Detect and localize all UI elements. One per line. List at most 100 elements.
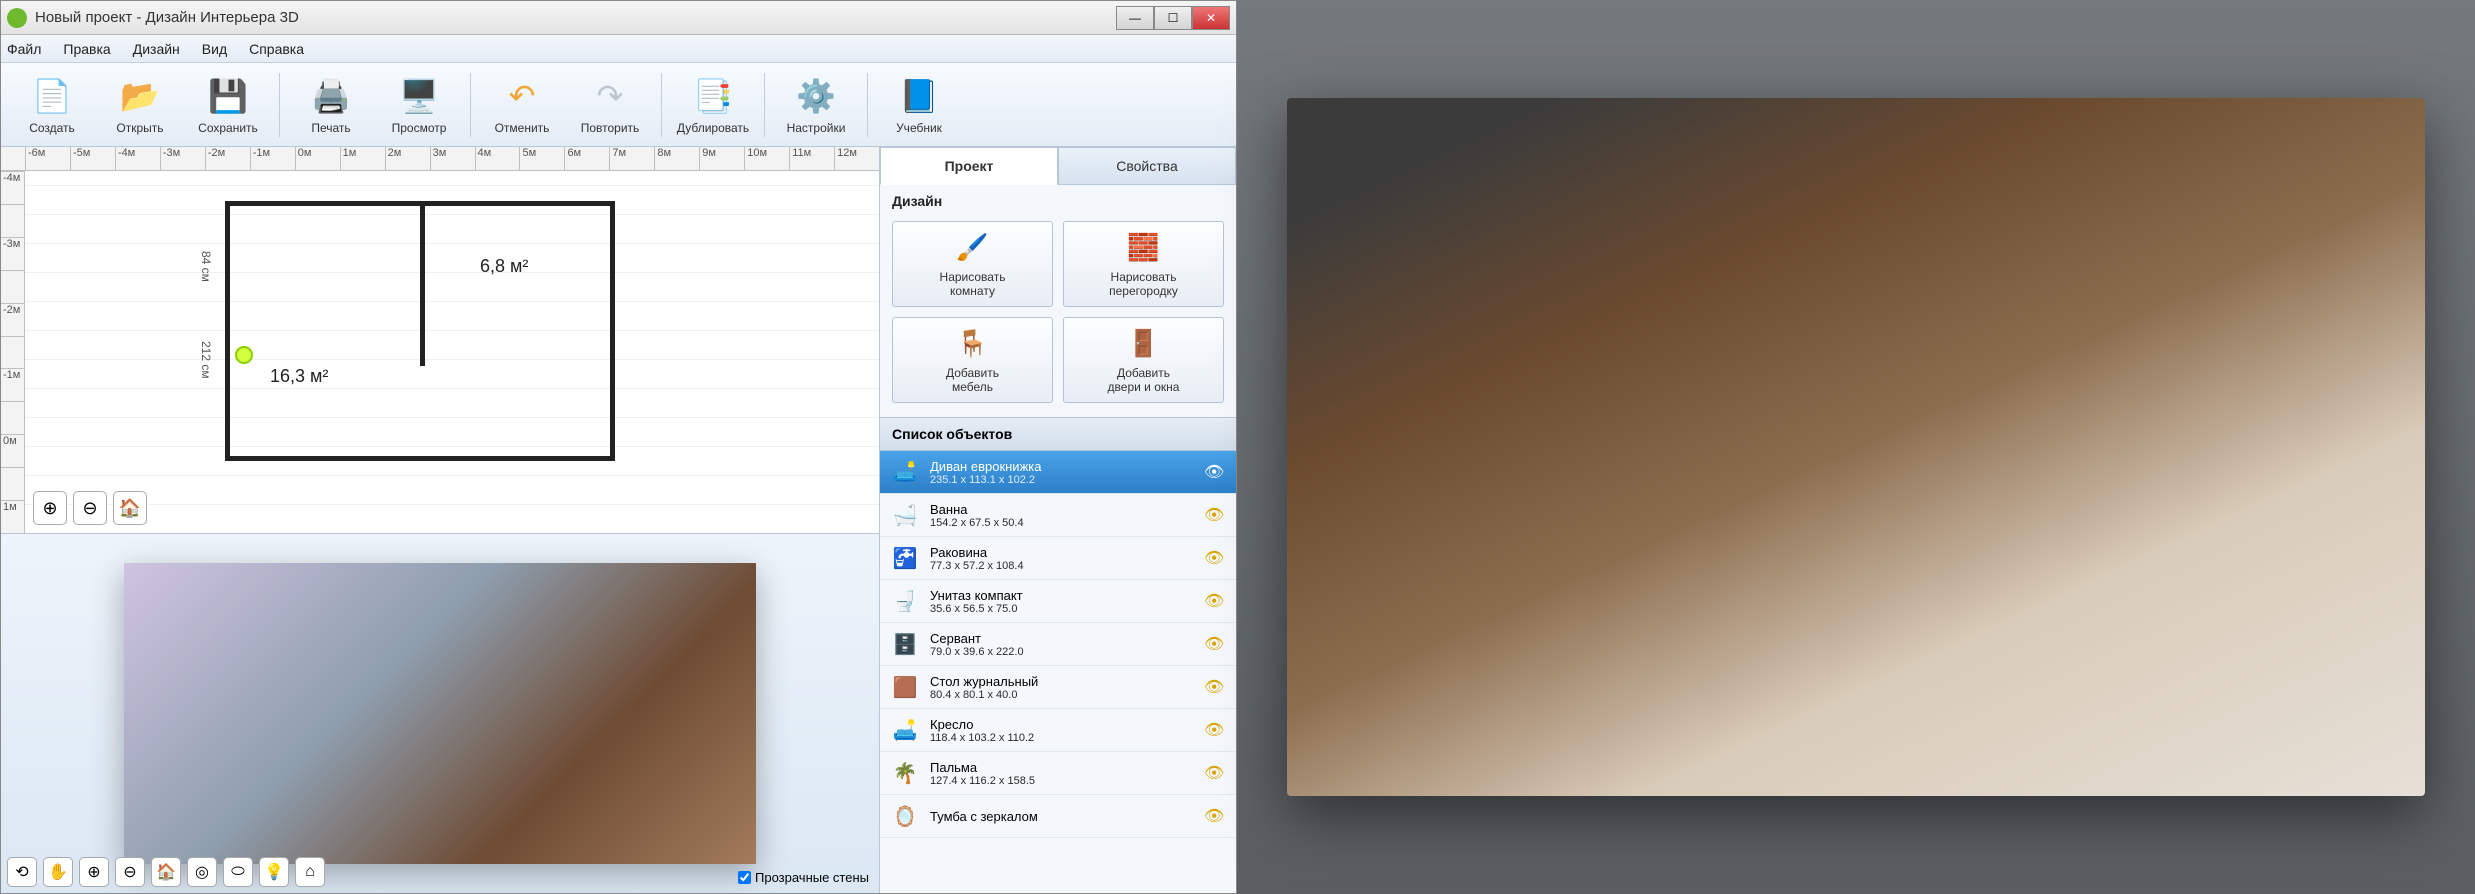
zoom-controls: ⊕⊖🏠 — [33, 491, 147, 525]
visibility-icon[interactable]: 👁 — [1204, 591, 1226, 611]
transparent-walls-checkbox[interactable]: Прозрачные стены — [738, 870, 869, 885]
object-dimensions: 77.3 x 57.2 x 108.4 — [930, 560, 1204, 572]
canvas-wrap: -6м-5м-4м-3м-2м-1м0м1м2м3м4м5м6м7м8м9м10… — [1, 147, 880, 893]
object-item[interactable]: 🚰Раковина77.3 x 57.2 x 108.4👁 — [880, 537, 1236, 580]
visibility-icon[interactable]: 👁 — [1204, 505, 1226, 525]
ruler-tick: 9м — [699, 147, 744, 170]
titlebar[interactable]: Новый проект - Дизайн Интерьера 3D — ☐ ✕ — [1, 1, 1236, 35]
view-tool-4[interactable]: 🏠 — [151, 857, 181, 887]
view-tool-0[interactable]: ⟲ — [7, 857, 37, 887]
ruler-tick: 12м — [834, 147, 879, 170]
tab-properties[interactable]: Свойства — [1058, 147, 1236, 185]
ruler-tick: 0м — [1, 434, 24, 467]
создать-icon: 📄 — [31, 75, 73, 117]
menu-правка[interactable]: Правка — [63, 41, 110, 57]
toolbar-дублировать[interactable]: 📑Дублировать — [670, 67, 756, 143]
objects-list[interactable]: 🛋️Диван еврокнижка235.1 x 113.1 x 102.2👁… — [880, 451, 1236, 893]
toolbar-separator — [661, 73, 662, 137]
view-tool-6[interactable]: ⬭ — [223, 857, 253, 887]
ruler-tick: -3м — [160, 147, 205, 170]
object-icon: 🪞 — [890, 801, 920, 831]
object-item[interactable]: 🚽Унитаз компакт35.6 x 56.5 x 75.0👁 — [880, 580, 1236, 623]
home-button[interactable]: 🏠 — [113, 491, 147, 525]
печать-icon: 🖨️ — [310, 75, 352, 117]
menu-дизайн[interactable]: Дизайн — [133, 41, 180, 57]
view-toolbar: ⟲✋⊕⊖🏠◎⬭💡⌂ — [7, 857, 325, 887]
object-item[interactable]: 🟫Стол журнальный80.4 x 80.1 x 40.0👁 — [880, 666, 1236, 709]
plan-area[interactable]: -4м-3м-2м-1м0м1м 16,3 м² 6,8 м² 84 см 21… — [1, 171, 879, 533]
object-item[interactable]: 🛋️Диван еврокнижка235.1 x 113.1 x 102.2👁 — [880, 451, 1236, 494]
ruler-tick: 8м — [654, 147, 699, 170]
toolbar-открыть[interactable]: 📂Открыть — [97, 67, 183, 143]
view-tool-5[interactable]: ◎ — [187, 857, 217, 887]
просмотр-icon: 🖥️ — [398, 75, 440, 117]
view-tool-2[interactable]: ⊕ — [79, 857, 109, 887]
toolbar-создать[interactable]: 📄Создать — [9, 67, 95, 143]
ruler-tick: 2м — [385, 147, 430, 170]
menu-вид[interactable]: Вид — [202, 41, 227, 57]
design-button-1[interactable]: 🧱Нарисоватьперегородку — [1063, 221, 1224, 307]
toolbar-учебник[interactable]: 📘Учебник — [876, 67, 962, 143]
render-3d-view[interactable] — [124, 563, 756, 865]
minimize-button[interactable]: — — [1116, 6, 1154, 30]
toolbar-просмотр[interactable]: 🖥️Просмотр — [376, 67, 462, 143]
view-tool-7[interactable]: 💡 — [259, 857, 289, 887]
object-dimensions: 80.4 x 80.1 x 40.0 — [930, 689, 1204, 701]
external-3d-render — [1287, 98, 2426, 795]
visibility-icon[interactable]: 👁 — [1204, 720, 1226, 740]
design-icon-3: 🚪 — [1127, 326, 1161, 360]
tab-project[interactable]: Проект — [880, 147, 1058, 185]
object-item[interactable]: 🌴Пальма127.4 x 116.2 x 158.5👁 — [880, 752, 1236, 795]
object-name: Раковина — [930, 545, 1204, 560]
menu-справка[interactable]: Справка — [249, 41, 304, 57]
zoom-out-button[interactable]: ⊖ — [73, 491, 107, 525]
visibility-icon[interactable]: 👁 — [1204, 763, 1226, 783]
external-render-panel — [1237, 0, 2475, 894]
object-name: Кресло — [930, 717, 1204, 732]
ruler-tick — [1, 204, 24, 237]
dim-height: 212 см — [199, 341, 213, 379]
object-name: Сервант — [930, 631, 1204, 646]
app-window: Новый проект - Дизайн Интерьера 3D — ☐ ✕… — [0, 0, 1237, 894]
object-item[interactable]: 🛁Ванна154.2 x 67.5 x 50.4👁 — [880, 494, 1236, 537]
object-item[interactable]: 🪞Тумба с зеркалом👁 — [880, 795, 1236, 838]
preview-3d[interactable]: ⟲✋⊕⊖🏠◎⬭💡⌂ Прозрачные стены — [1, 533, 879, 893]
design-button-3[interactable]: 🚪Добавитьдвери и окна — [1063, 317, 1224, 403]
visibility-icon[interactable]: 👁 — [1204, 548, 1226, 568]
ruler-tick: -3м — [1, 237, 24, 270]
room1-area-label: 16,3 м² — [270, 366, 328, 387]
object-icon: 🛋️ — [890, 715, 920, 745]
design-button-0[interactable]: 🖌️Нарисоватькомнату — [892, 221, 1053, 307]
room-outline[interactable]: 16,3 м² 6,8 м² — [225, 201, 615, 461]
view-tool-1[interactable]: ✋ — [43, 857, 73, 887]
ruler-vertical: -4м-3м-2м-1м0м1м — [1, 171, 25, 533]
ruler-tick — [1, 467, 24, 500]
visibility-icon[interactable]: 👁 — [1204, 806, 1226, 826]
object-item[interactable]: 🗄️Сервант79.0 x 39.6 x 222.0👁 — [880, 623, 1236, 666]
close-button[interactable]: ✕ — [1192, 6, 1230, 30]
transparent-walls-input[interactable] — [738, 871, 751, 884]
selection-handle[interactable] — [235, 346, 253, 364]
object-item[interactable]: 🛋️Кресло118.4 x 103.2 x 110.2👁 — [880, 709, 1236, 752]
view-tool-3[interactable]: ⊖ — [115, 857, 145, 887]
дублировать-icon: 📑 — [692, 75, 734, 117]
ruler-tick: 6м — [564, 147, 609, 170]
design-button-2[interactable]: 🪑Добавитьмебель — [892, 317, 1053, 403]
zoom-in-button[interactable]: ⊕ — [33, 491, 67, 525]
menu-файл[interactable]: Файл — [7, 41, 41, 57]
toolbar-отменить[interactable]: ↶Отменить — [479, 67, 565, 143]
maximize-button[interactable]: ☐ — [1154, 6, 1192, 30]
toolbar-настройки[interactable]: ⚙️Настройки — [773, 67, 859, 143]
toolbar-сохранить[interactable]: 💾Сохранить — [185, 67, 271, 143]
toolbar-повторить[interactable]: ↷Повторить — [567, 67, 653, 143]
toolbar-separator — [764, 73, 765, 137]
ruler-horizontal: -6м-5м-4м-3м-2м-1м0м1м2м3м4м5м6м7м8м9м10… — [1, 147, 879, 171]
floorplan-canvas[interactable]: 16,3 м² 6,8 м² 84 см 212 см ⊕⊖🏠 — [25, 171, 879, 533]
view-tool-8[interactable]: ⌂ — [295, 857, 325, 887]
visibility-icon[interactable]: 👁 — [1204, 462, 1226, 482]
transparent-walls-label: Прозрачные стены — [755, 870, 869, 885]
toolbar-печать[interactable]: 🖨️Печать — [288, 67, 374, 143]
visibility-icon[interactable]: 👁 — [1204, 677, 1226, 697]
wall-divider[interactable] — [420, 206, 425, 366]
visibility-icon[interactable]: 👁 — [1204, 634, 1226, 654]
